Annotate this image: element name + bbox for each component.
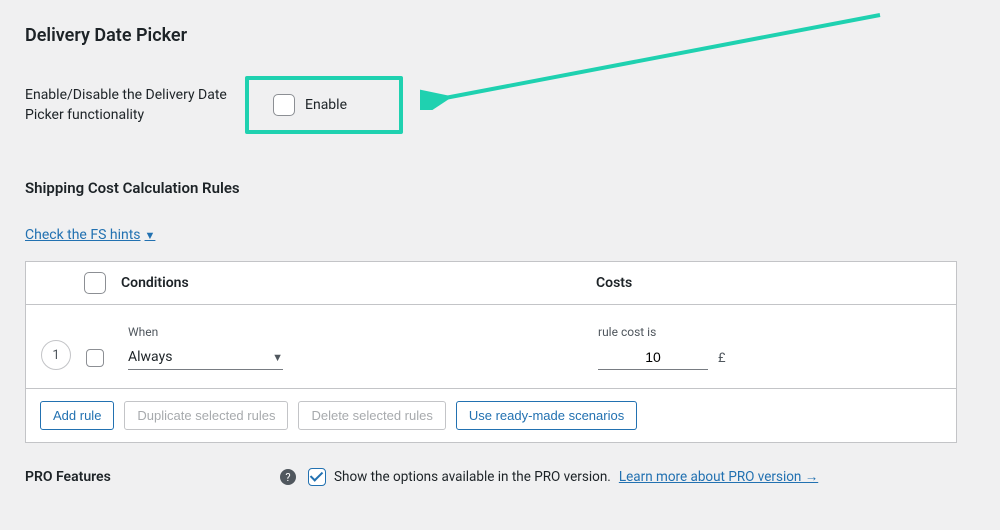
triangle-down-icon: ▼ [145, 229, 156, 242]
enable-checkbox-text: Enable [305, 97, 347, 113]
enable-label: Enable/Disable the Delivery Date Picker … [25, 76, 245, 125]
enable-row: Enable/Disable the Delivery Date Picker … [25, 76, 975, 134]
cost-input[interactable] [598, 345, 708, 370]
pro-features-label: PRO Features [25, 469, 280, 485]
cost-label: rule cost is [598, 325, 708, 339]
conditions-header: Conditions [121, 275, 596, 291]
row-checkbox[interactable] [86, 349, 104, 367]
pro-text: Show the options available in the PRO ve… [334, 469, 611, 485]
shipping-rules-title: Shipping Cost Calculation Rules [25, 179, 975, 197]
when-label: When [128, 325, 598, 339]
add-rule-button[interactable]: Add rule [40, 401, 114, 430]
table-row: 1 When Always ▼ rule cost is £ [26, 305, 956, 388]
row-number-badge[interactable]: 1 [41, 340, 71, 370]
delivery-picker-title: Delivery Date Picker [25, 25, 975, 46]
table-header: Conditions Costs [26, 262, 956, 305]
chevron-down-icon: ▼ [272, 351, 283, 364]
fs-hints-text: Check the FS hints [25, 227, 141, 243]
fs-hints-link[interactable]: Check the FS hints ▼ [25, 227, 155, 243]
table-footer: Add rule Duplicate selected rules Delete… [26, 388, 956, 442]
condition-select[interactable]: Always ▼ [128, 345, 283, 370]
delete-rules-button[interactable]: Delete selected rules [298, 401, 445, 430]
rules-table: Conditions Costs 1 When Always ▼ rule co… [25, 261, 957, 443]
costs-header: Costs [596, 275, 632, 291]
help-icon[interactable]: ? [280, 469, 296, 485]
pro-features-row: PRO Features ? Show the options availabl… [25, 468, 975, 486]
enable-highlight-box: Enable [245, 76, 403, 134]
pro-checkbox[interactable] [308, 468, 326, 486]
pro-learn-more-link[interactable]: Learn more about PRO version → [619, 469, 818, 485]
currency-symbol: £ [718, 351, 726, 370]
select-all-checkbox[interactable] [84, 272, 106, 294]
duplicate-rules-button[interactable]: Duplicate selected rules [124, 401, 288, 430]
scenarios-button[interactable]: Use ready-made scenarios [456, 401, 637, 430]
condition-value: Always [128, 349, 172, 365]
enable-checkbox[interactable] [273, 94, 295, 116]
